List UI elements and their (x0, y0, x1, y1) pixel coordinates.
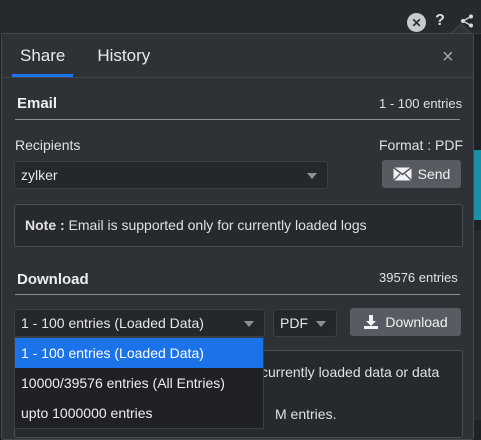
email-entries-count: 1 - 100 entries (379, 96, 463, 111)
email-section-rule (15, 119, 460, 120)
download-label: Download (385, 314, 448, 330)
entries-range-dropdown: 1 - 100 entries (Loaded Data) 10000/3957… (14, 337, 264, 429)
download-entries-count: 39576 entries (379, 270, 458, 285)
format-label: Format : PDF (379, 137, 464, 153)
note-text: Email is supported only for currently lo… (64, 217, 367, 233)
chevron-down-icon (307, 173, 317, 179)
tab-divider (2, 77, 473, 78)
mail-icon (392, 167, 412, 181)
tab-bar: Share History (12, 46, 150, 77)
tab-share[interactable]: Share (12, 46, 74, 77)
download-note-line-2: M entries. (275, 406, 337, 422)
entries-range-value: 1 - 100 entries (Loaded Data) (21, 315, 204, 331)
format-select[interactable]: PDF (273, 309, 337, 337)
dropdown-option[interactable]: 1 - 100 entries (Loaded Data) (15, 338, 263, 368)
send-label: Send (417, 166, 451, 182)
tab-history[interactable]: History (97, 46, 150, 77)
send-button[interactable]: Send (382, 160, 461, 188)
recipients-select[interactable]: zylker (14, 161, 328, 189)
download-note-line-1: currently loaded data or data (261, 364, 440, 380)
note-label: Note : (25, 217, 65, 233)
download-section-rule (15, 294, 460, 295)
download-section-title: Download (17, 271, 89, 288)
chevron-down-icon (316, 321, 326, 327)
close-icon[interactable]: × (442, 46, 454, 69)
recipients-label: Recipients (15, 137, 81, 153)
download-icon (364, 315, 379, 329)
email-note: Note : Email is supported only for curre… (14, 204, 463, 247)
email-section-title: Email (17, 95, 58, 112)
entries-range-select[interactable]: 1 - 100 entries (Loaded Data) (14, 309, 265, 337)
clear-icon[interactable]: ✕ (407, 13, 426, 32)
dropdown-option[interactable]: 10000/39576 entries (All Entries) (15, 368, 263, 398)
app-toolbar: ✕ ? (0, 0, 481, 34)
dropdown-option[interactable]: upto 1000000 entries (15, 398, 263, 428)
help-icon[interactable]: ? (430, 11, 450, 31)
download-button[interactable]: Download (350, 308, 461, 336)
recipients-value: zylker (21, 167, 58, 183)
format-value: PDF (280, 315, 308, 331)
chevron-down-icon (244, 321, 254, 327)
